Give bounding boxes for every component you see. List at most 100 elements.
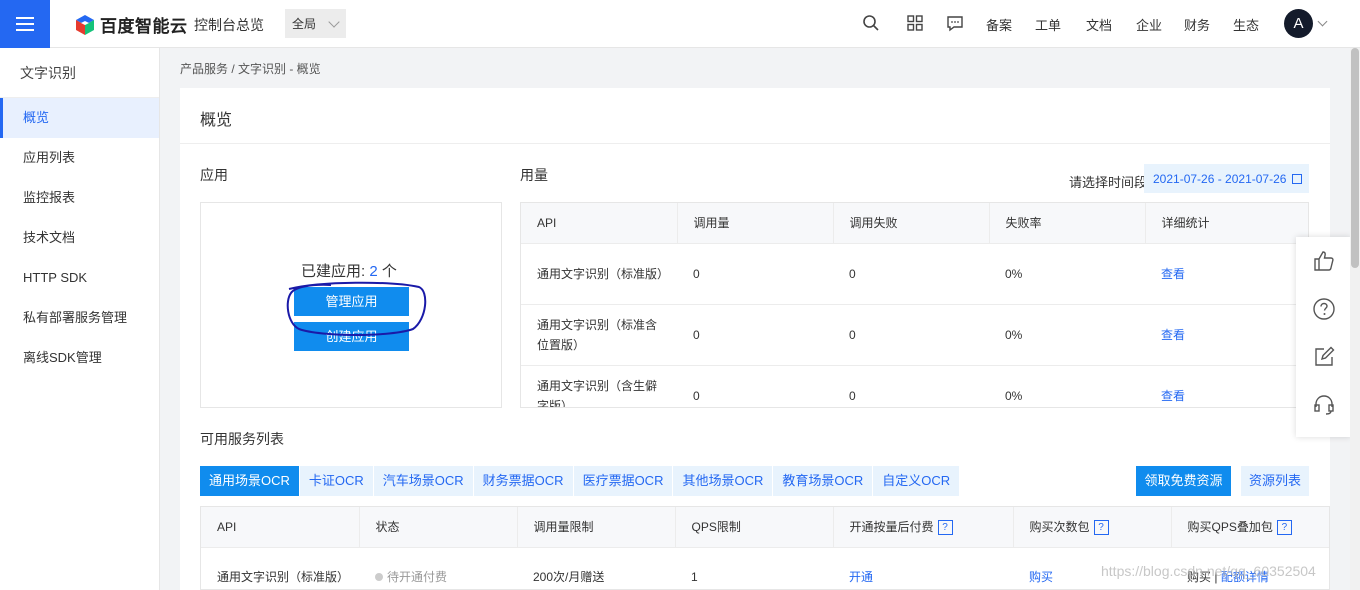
usage-table: API 调用量 调用失败 失败率 详细统计 通用文字识别（标准版） 0 0 0%… <box>521 203 1308 407</box>
help-icon[interactable]: ? <box>937 520 953 536</box>
sidebar-item-private-deploy[interactable]: 私有部署服务管理 <box>0 298 159 338</box>
view-detail-link[interactable]: 查看 <box>1161 267 1185 281</box>
column-header: 失败率 <box>989 203 1146 243</box>
region-value: 全局 <box>292 17 317 31</box>
brand-logo[interactable]: 百度智能云 <box>74 12 188 37</box>
table-row: 通用文字识别（标准含位置版） 0 0 0% 查看 <box>521 303 1308 365</box>
message-icon[interactable] <box>946 14 964 32</box>
hand-drawn-circle-annotation <box>286 281 427 336</box>
api-name-cell: 通用文字识别（含生僻字版） <box>521 364 677 407</box>
column-header: 购买次数包 <box>1029 520 1090 535</box>
scrollbar-thumb[interactable] <box>1351 48 1359 268</box>
fail-rate-cell: 0% <box>989 242 1145 304</box>
sidebar: 文字识别 概览 应用列表 监控报表 技术文档 HTTP SDK 私有部署服务管理… <box>0 48 160 590</box>
tab-other-ocr[interactable]: 其他场景OCR <box>673 466 774 496</box>
services-section-title: 可用服务列表 <box>200 431 284 447</box>
help-icon[interactable]: ? <box>1093 520 1109 536</box>
usage-table-container[interactable]: API 调用量 调用失败 失败率 详细统计 通用文字识别（标准版） 0 0 0%… <box>520 202 1309 408</box>
column-header-buy-qps: 购买QPS叠加包? <box>1171 507 1329 547</box>
chevron-down-icon <box>328 16 340 28</box>
search-icon[interactable] <box>862 14 880 32</box>
column-header: 开通按量后付费 <box>849 520 934 535</box>
watermark: https://blog.csdn.net/qq_60352504 <box>1101 563 1316 579</box>
column-header-buy-package: 购买次数包? <box>1013 507 1172 547</box>
nav-ecosystem[interactable]: 生态 <box>1233 15 1259 34</box>
resource-list-button[interactable]: 资源列表 <box>1241 466 1309 496</box>
nav-finance[interactable]: 财务 <box>1184 15 1210 34</box>
sidebar-item-app-list[interactable]: 应用列表 <box>0 138 159 178</box>
claim-free-resources-button[interactable]: 领取免费资源 <box>1136 466 1231 496</box>
apps-grid-icon[interactable] <box>906 14 924 32</box>
edit-feedback-button[interactable] <box>1296 333 1351 381</box>
feedback-button[interactable] <box>1296 237 1351 285</box>
divider <box>180 143 1330 144</box>
fail-rate-cell: 0% <box>989 303 1145 365</box>
sidebar-item-monitoring[interactable]: 监控报表 <box>0 178 159 218</box>
column-header: API <box>201 507 360 547</box>
column-header: 购买QPS叠加包 <box>1187 520 1273 535</box>
column-header: QPS限制 <box>675 507 834 547</box>
breadcrumb: 产品服务 / 文字识别 - 概览 <box>180 62 321 76</box>
sidebar-item-docs[interactable]: 技术文档 <box>0 218 159 258</box>
date-range-value: 2021-07-26 - 2021-07-26 <box>1153 171 1287 186</box>
brand-name: 百度智能云 <box>100 17 188 36</box>
status-dot-icon <box>375 573 383 582</box>
hamburger-icon <box>16 17 34 31</box>
page-title: 概览 <box>200 112 233 129</box>
tab-finance-ocr[interactable]: 财务票据OCR <box>473 466 574 496</box>
table-row: 通用文字识别（标准版） 0 0 0% 查看 <box>521 242 1308 304</box>
date-range-picker[interactable]: 2021-07-26 - 2021-07-26 <box>1144 164 1309 193</box>
nav-ticket[interactable]: 工单 <box>1035 15 1061 34</box>
apps-card: 已建应用: 2 个 管理应用 创建应用 <box>200 202 502 408</box>
table-header-row: API 调用量 调用失败 失败率 详细统计 <box>521 203 1308 243</box>
call-limit-cell: 200次/月赠送 <box>517 546 675 589</box>
sidebar-item-http-sdk[interactable]: HTTP SDK <box>0 258 159 298</box>
help-icon[interactable]: ? <box>1276 520 1292 536</box>
headset-icon <box>1313 395 1334 415</box>
avatar[interactable]: A <box>1284 9 1313 38</box>
console-overview-link[interactable]: 控制台总览 <box>194 15 264 35</box>
calendar-icon <box>1292 173 1303 184</box>
column-header-postpaid: 开通按量后付费? <box>833 507 1014 547</box>
qps-limit-cell: 1 <box>675 546 833 589</box>
api-name-cell: 通用文字识别（标准版） <box>521 242 677 304</box>
buy-package-link[interactable]: 购买 <box>1029 570 1053 584</box>
nav-enterprise[interactable]: 企业 <box>1136 15 1162 34</box>
tab-medical-ocr[interactable]: 医疗票据OCR <box>573 466 674 496</box>
edit-icon <box>1314 346 1334 366</box>
calls-cell: 0 <box>677 364 833 407</box>
tab-custom-ocr[interactable]: 自定义OCR <box>873 466 961 496</box>
chevron-down-icon[interactable] <box>1317 16 1328 27</box>
column-header: 调用失败 <box>833 203 990 243</box>
tab-general-ocr[interactable]: 通用场景OCR <box>200 466 300 496</box>
failed-cell: 0 <box>833 364 989 407</box>
calls-cell: 0 <box>677 303 833 365</box>
customer-service-button[interactable] <box>1296 381 1351 429</box>
apps-section-title: 应用 <box>200 167 228 183</box>
cube-logo-icon <box>76 14 94 35</box>
nav-filing[interactable]: 备案 <box>986 15 1012 34</box>
status-text: 待开通付费 <box>387 570 448 585</box>
thumbs-up-icon <box>1313 251 1334 271</box>
column-header: 详细统计 <box>1145 203 1308 243</box>
enable-postpaid-link[interactable]: 开通 <box>849 570 873 584</box>
sidebar-title: 文字识别 <box>0 48 159 98</box>
sidebar-item-offline-sdk[interactable]: 离线SDK管理 <box>0 338 159 378</box>
sidebar-item-overview[interactable]: 概览 <box>0 98 159 138</box>
tab-vehicle-ocr[interactable]: 汽车场景OCR <box>373 466 474 496</box>
fail-rate-cell: 0% <box>989 364 1145 407</box>
nav-docs[interactable]: 文档 <box>1086 15 1112 34</box>
table-header-row: API 状态 调用量限制 QPS限制 开通按量后付费? 购买次数包? 购买QPS… <box>201 507 1329 547</box>
floating-toolbar <box>1296 237 1351 437</box>
view-detail-link[interactable]: 查看 <box>1161 389 1185 403</box>
column-header: 状态 <box>359 507 518 547</box>
tab-education-ocr[interactable]: 教育场景OCR <box>773 466 874 496</box>
usage-section-title: 用量 <box>520 167 548 183</box>
service-tabs: 通用场景OCR 卡证OCR 汽车场景OCR 财务票据OCR 医疗票据OCR 其他… <box>200 466 961 496</box>
top-bar: 百度智能云 控制台总览 全局 备案 工单 文档 企业 财务 生态 A <box>0 0 1360 48</box>
help-button[interactable] <box>1296 285 1351 333</box>
tab-card-ocr[interactable]: 卡证OCR <box>299 466 374 496</box>
region-select[interactable]: 全局 <box>285 9 346 38</box>
menu-button[interactable] <box>0 0 50 48</box>
view-detail-link[interactable]: 查看 <box>1161 328 1185 342</box>
